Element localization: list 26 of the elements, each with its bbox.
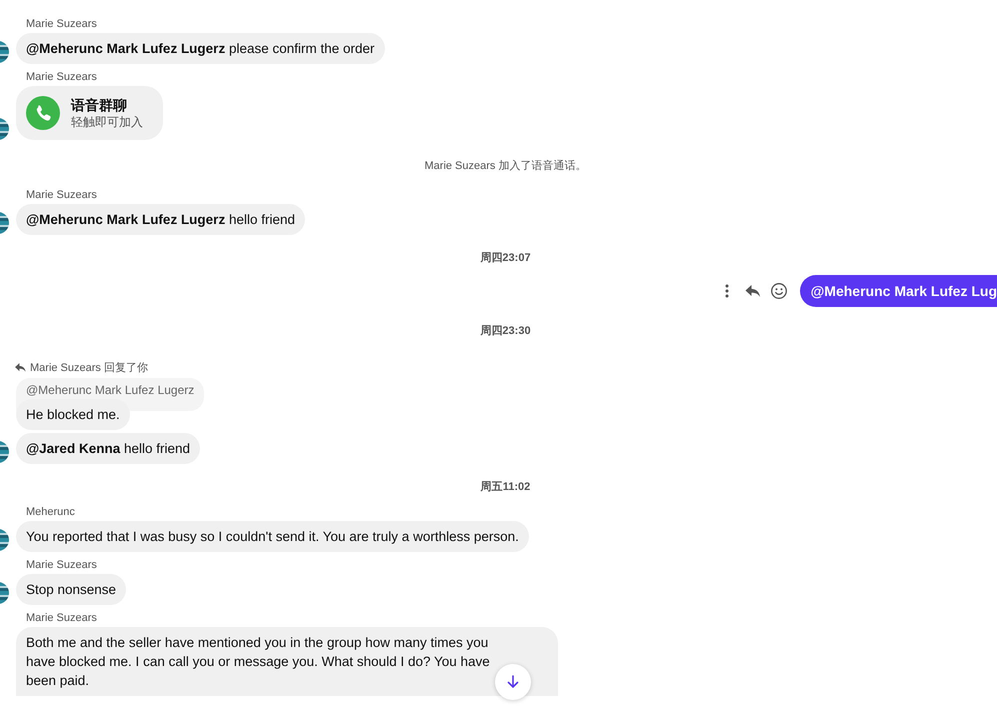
phone-icon (26, 96, 60, 130)
voice-call-card[interactable]: 语音群聊 轻触即可加入 (16, 86, 163, 140)
message-bubble: @Jared Kenna hello friend (16, 433, 200, 464)
sender-name: Meherunc (26, 506, 75, 518)
message-bubble: @Meherunc Mark Lufez Lugerz please confirm the order (16, 33, 385, 64)
reply-icon (14, 361, 27, 374)
sender-name: Marie Suzears (26, 612, 97, 624)
message-bubble: @Meherunc Mark Lufez Lugerz hello friend (16, 204, 305, 235)
sender-name: Marie Suzears (26, 71, 97, 83)
call-title: 语音群聊 (71, 96, 128, 114)
message-bubble: He blocked me. (16, 399, 130, 430)
sender-name: Marie Suzears (26, 559, 97, 571)
message-bubble: @Meherunc Mark Lufez Lug (800, 275, 997, 307)
message-bubble: Stop nonsense (16, 574, 126, 605)
system-notice: Marie Suzears 加入了语音通话。 (424, 158, 586, 173)
timestamp: 周四23:30 (479, 324, 531, 338)
arrow-down-icon (505, 674, 521, 690)
timestamp: 周五11:02 (480, 480, 530, 494)
message-bubble: Both me and the seller have mentioned you in the group how many times you have blocked me. I can call you or message you. What should I do? You have been paid. (16, 627, 558, 696)
reply-header: Marie Suzears 回复了你 (30, 361, 148, 375)
message-bubble: You reported that I was busy so I couldn't send it. You are truly a worthless person. (16, 521, 529, 552)
sender-name: Marie Suzears (26, 189, 97, 201)
emoji-icon[interactable] (770, 282, 788, 300)
sender-name: Marie Suzears (26, 18, 97, 30)
timestamp: 周四23:07 (479, 251, 531, 265)
call-subtitle: 轻触即可加入 (71, 114, 143, 130)
